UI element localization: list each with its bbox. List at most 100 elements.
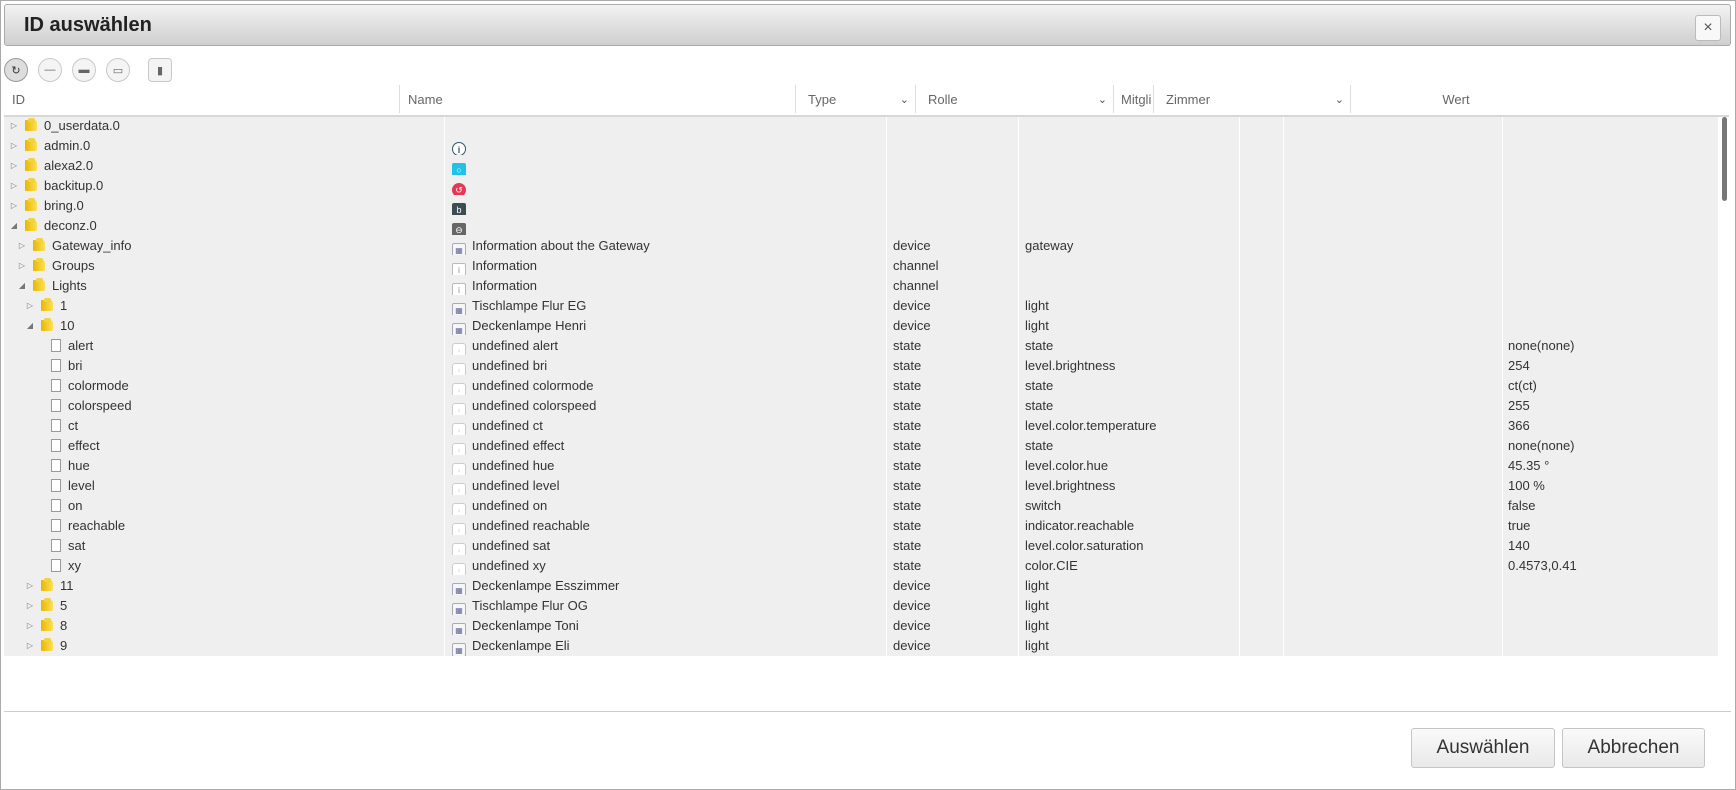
column-header-members[interactable]: Mitgli [1114,85,1154,113]
collapsed-toggle-icon[interactable]: ▷ [9,195,19,216]
value-cell: 254 [1503,355,1719,376]
expanded-toggle-icon[interactable]: ◢ [17,275,27,296]
object-id-label: xy [68,558,81,573]
collapsed-toggle-icon[interactable]: ▷ [17,255,27,276]
collapsed-toggle-icon[interactable]: ▷ [9,175,19,196]
type-cell: state [887,395,1019,416]
members-cell [1240,415,1284,436]
collapsed-toggle-icon[interactable]: ▷ [9,155,19,176]
collapsed-toggle-icon[interactable]: ▷ [9,117,19,136]
folder-open-button[interactable]: ▭ [106,58,130,82]
role-cell [1019,275,1240,296]
table-row[interactable]: ▷ admin.0 i [4,135,1719,157]
id-cell: bri [4,355,445,376]
collapsed-toggle-icon[interactable]: ▷ [17,235,27,256]
file-icon [51,499,61,512]
object-name: Deckenlampe Henri [472,318,587,333]
collapse-button[interactable]: — [38,58,62,82]
table-row[interactable]: ▷ 5 ▦ Tischlampe Flur OG device light [4,595,1719,617]
id-cell: ▷ backitup.0 [4,175,445,196]
table-row[interactable]: ▷ 1 ▦ Tischlampe Flur EG device light [4,295,1719,317]
object-name: Information [472,258,538,273]
vertical-scrollbar[interactable] [1720,117,1729,700]
members-cell [1240,117,1284,136]
collapsed-toggle-icon[interactable]: ▷ [25,295,35,316]
type-cell: device [887,315,1019,336]
table-row[interactable]: alert ◦ undefined alert state state none(none… [4,335,1719,357]
table-row[interactable]: hue ◦ undefined hue state level.color.hue 45.… [4,455,1719,477]
id-cell: hue [4,455,445,476]
collapsed-toggle-icon[interactable]: ▷ [25,575,35,596]
id-cell: sat [4,535,445,556]
object-id-label: ct [68,418,79,433]
columns-button[interactable]: ▮ [148,58,172,82]
room-cell [1284,215,1503,236]
column-header-role[interactable]: Rolle ⌄ [916,85,1114,113]
role-cell: light [1019,575,1240,596]
cancel-button[interactable]: Abbrechen [1562,728,1705,768]
type-cell: channel [887,275,1019,296]
table-row[interactable]: ▷ backitup.0 ↺ [4,175,1719,197]
value-cell [1503,175,1719,196]
members-cell [1240,255,1284,276]
column-header-name[interactable]: Name [400,85,796,113]
table-row[interactable]: ▷ Groups ⅰ Information channel [4,255,1719,277]
table-row[interactable]: sat ◦ undefined sat state level.color.satura… [4,535,1719,557]
table-row[interactable]: ◢ deconz.0 ⊖ [4,215,1719,237]
table-row[interactable]: ▷ 11 ▦ Deckenlampe Esszimmer device light [4,575,1719,597]
collapsed-toggle-icon[interactable]: ▷ [9,135,19,156]
table-row[interactable]: bri ◦ undefined bri state level.brightness 25… [4,355,1719,377]
refresh-icon: ↻ [11,64,21,77]
table-row[interactable]: ◢ 10 ▦ Deckenlampe Henri device light [4,315,1719,337]
folder-open-icon: ▭ [112,64,124,77]
members-cell [1240,315,1284,336]
role-cell [1019,135,1240,156]
value-cell: 366 [1503,415,1719,436]
object-id-label: admin.0 [44,138,91,153]
table-row[interactable]: xy ◦ undefined xy state color.CIE 0.4573,0.41 [4,555,1719,577]
collapsed-toggle-icon[interactable]: ▷ [25,595,35,616]
role-cell: light [1019,315,1240,336]
table-row[interactable]: ▷ 0_userdata.0 [4,117,1719,137]
role-cell [1019,255,1240,276]
table-row[interactable]: ▷ 8 ▦ Deckenlampe Toni device light [4,615,1719,637]
collapsed-toggle-icon[interactable]: ▷ [25,615,35,636]
close-icon: × [1703,19,1713,36]
expanded-toggle-icon[interactable]: ◢ [9,215,19,236]
type-cell: state [887,415,1019,436]
close-button[interactable]: × [1695,15,1721,41]
column-header-type[interactable]: Type ⌄ [796,85,916,113]
members-cell [1240,135,1284,156]
name-cell: ◦ undefined ct [445,415,887,436]
table-row[interactable]: effect ◦ undefined effect state state none(no… [4,435,1719,457]
members-cell [1240,435,1284,456]
role-cell: light [1019,615,1240,636]
value-cell: 140 [1503,535,1719,556]
value-cell: 100 % [1503,475,1719,496]
table-row[interactable]: on ◦ undefined on state switch false [4,495,1719,517]
column-header-room[interactable]: Zimmer ⌄ [1154,85,1351,113]
table-row[interactable]: ▷ alexa2.0 ○ [4,155,1719,177]
scrollbar-thumb[interactable] [1722,117,1727,201]
table-row[interactable]: ▷ 9 ▦ Deckenlampe Eli device light [4,635,1719,657]
id-cell: level [4,475,445,496]
table-row[interactable]: colormode ◦ undefined colormode state state c… [4,375,1719,397]
folder-closed-button[interactable]: ▬ [72,58,96,82]
id-cell: alert [4,335,445,356]
column-header-value[interactable]: Wert [1351,85,1561,113]
table-row[interactable]: colorspeed ◦ undefined colorspeed state stat… [4,395,1719,417]
table-row[interactable]: ◢ Lights ⅰ Information channel [4,275,1719,297]
table-row[interactable]: ct ◦ undefined ct state level.color.temperat… [4,415,1719,437]
refresh-button[interactable]: ↻ [4,58,28,82]
expanded-toggle-icon[interactable]: ◢ [25,315,35,336]
select-button[interactable]: Auswählen [1411,728,1555,768]
collapsed-toggle-icon[interactable]: ▷ [25,635,35,656]
table-row[interactable]: reachable ◦ undefined reachable state indica… [4,515,1719,537]
value-cell [1503,255,1719,276]
role-cell: state [1019,395,1240,416]
table-row[interactable]: ▷ bring.0 b [4,195,1719,217]
object-name: undefined hue [472,458,555,473]
table-row[interactable]: level ◦ undefined level state level.brightne… [4,475,1719,497]
column-header-id[interactable]: ID [4,85,400,113]
table-row[interactable]: ▷ Gateway_info ▦ Information about the Gate… [4,235,1719,257]
